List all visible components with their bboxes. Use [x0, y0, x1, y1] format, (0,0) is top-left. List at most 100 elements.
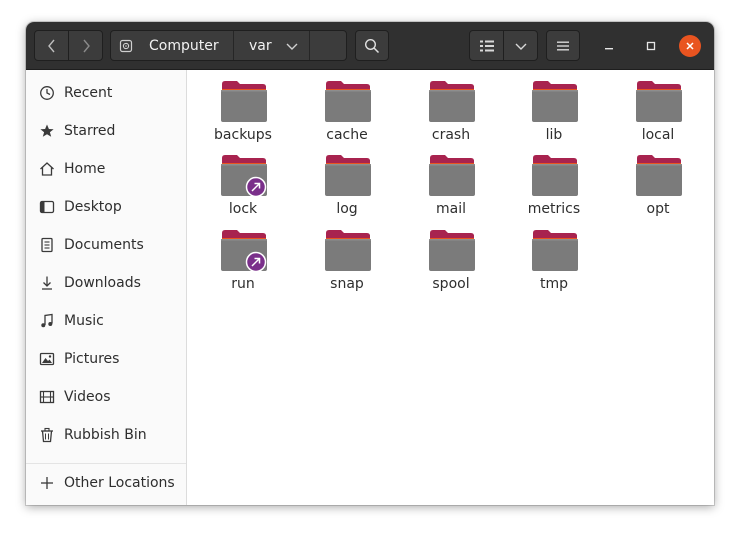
sidebar-item-home[interactable]: Home [26, 150, 186, 188]
sidebar-item-recent[interactable]: Recent [26, 74, 186, 112]
download-icon [39, 275, 55, 291]
folder-label: snap [330, 276, 364, 292]
folder-label: lib [545, 127, 563, 143]
symlink-icon [245, 251, 267, 273]
chevron-left-icon [47, 39, 55, 52]
minimize-button[interactable] [598, 35, 620, 57]
folder-item[interactable]: tmp [509, 221, 599, 293]
folder-item[interactable]: log [302, 146, 392, 218]
sidebar-item-downloads[interactable]: Downloads [26, 264, 186, 302]
music-icon [39, 313, 55, 329]
folder-icon [429, 230, 475, 271]
path-crumb-current[interactable]: var [234, 31, 310, 60]
close-button[interactable] [679, 35, 701, 57]
sidebar-item-label: Rubbish Bin [64, 427, 147, 443]
trash-icon [39, 427, 55, 443]
path-crumb-label: Computer [149, 37, 219, 54]
list-view-icon [479, 40, 494, 51]
folder-item[interactable]: crash [406, 72, 496, 144]
hamburger-menu-icon [557, 41, 569, 50]
sidebar-item-label: Documents [64, 237, 144, 253]
folder-icon [636, 155, 682, 196]
folder-item[interactable]: backups [198, 72, 288, 144]
folder-icon [532, 230, 578, 271]
sidebar-item-starred[interactable]: Starred [26, 112, 186, 150]
sidebar-item-rubbish-bin[interactable]: Rubbish Bin [26, 416, 186, 454]
folder-icon [429, 155, 475, 196]
plus-icon [39, 475, 55, 491]
folder-item[interactable]: cache [302, 72, 392, 144]
folder-label: cache [326, 127, 368, 143]
folder-label: metrics [527, 201, 581, 217]
video-icon [39, 389, 55, 405]
sidebar-item-label: Pictures [64, 351, 120, 367]
folder-item[interactable]: lib [509, 72, 599, 144]
symlink-icon [245, 176, 267, 198]
clock-icon [39, 85, 55, 101]
view-toggle-button[interactable] [469, 30, 504, 61]
folder-icon [221, 155, 267, 198]
chevron-down-icon [515, 43, 526, 50]
folder-icon [429, 81, 475, 122]
header-bar: Computer var [26, 22, 714, 70]
drive-icon [119, 39, 133, 52]
back-button[interactable] [34, 30, 69, 61]
folder-icon [325, 155, 371, 196]
sidebar-item-label: Downloads [64, 275, 141, 291]
chevron-right-icon [82, 39, 90, 52]
folder-item[interactable]: metrics [509, 146, 599, 218]
sidebar-item-label: Music [64, 313, 104, 329]
picture-icon [39, 351, 55, 367]
minimize-icon [605, 48, 613, 50]
maximize-icon [646, 41, 656, 51]
home-icon [39, 161, 55, 177]
folder-item[interactable]: lock [198, 146, 288, 218]
folder-icon [325, 230, 371, 271]
sidebar-item-label: Starred [64, 123, 116, 139]
search-icon [364, 38, 380, 53]
maximize-button[interactable] [640, 35, 662, 57]
folder-label: local [641, 127, 675, 143]
star-icon [39, 123, 55, 139]
path-crumb-label: var [249, 37, 272, 54]
folder-label: backups [214, 127, 272, 143]
main-menu-button[interactable] [546, 30, 580, 61]
sidebar-item-documents[interactable]: Documents [26, 226, 186, 264]
folder-label: crash [431, 127, 471, 143]
folder-item[interactable]: opt [613, 146, 703, 218]
close-icon [686, 42, 694, 50]
folder-label: tmp [539, 276, 568, 292]
folder-label: log [336, 201, 358, 217]
folder-item[interactable]: run [198, 221, 288, 293]
sidebar-item-pictures[interactable]: Pictures [26, 340, 186, 378]
file-grid: backups cache crash lib local lock log mail metr… [188, 70, 714, 505]
folder-label: lock [228, 201, 258, 217]
folder-icon [532, 155, 578, 196]
folder-item[interactable]: local [613, 72, 703, 144]
search-button[interactable] [355, 30, 389, 61]
folder-label: opt [646, 201, 670, 217]
folder-label: run [231, 276, 255, 292]
sidebar: Recent Starred Home Desktop Documents Do… [26, 70, 187, 505]
folder-label: spool [432, 276, 470, 292]
folder-item[interactable]: mail [406, 146, 496, 218]
folder-item[interactable]: snap [302, 221, 392, 293]
sidebar-item-videos[interactable]: Videos [26, 378, 186, 416]
path-crumb-computer[interactable]: Computer [111, 31, 234, 60]
folder-icon [532, 81, 578, 122]
sidebar-item-label: Desktop [64, 199, 122, 215]
sidebar-item-other-locations[interactable]: Other Locations [26, 464, 186, 502]
folder-icon [325, 81, 371, 122]
view-options-button[interactable] [503, 30, 538, 61]
folder-item[interactable]: spool [406, 221, 496, 293]
folder-icon [636, 81, 682, 122]
path-bar-empty [310, 31, 346, 60]
folder-icon [221, 230, 267, 273]
forward-button[interactable] [68, 30, 103, 61]
file-manager-window: Computer var Recent Starred Home Desktop… [26, 22, 714, 505]
document-icon [39, 237, 55, 253]
chevron-down-icon [286, 43, 298, 50]
desktop-icon [39, 199, 55, 215]
sidebar-item-music[interactable]: Music [26, 302, 186, 340]
sidebar-item-desktop[interactable]: Desktop [26, 188, 186, 226]
